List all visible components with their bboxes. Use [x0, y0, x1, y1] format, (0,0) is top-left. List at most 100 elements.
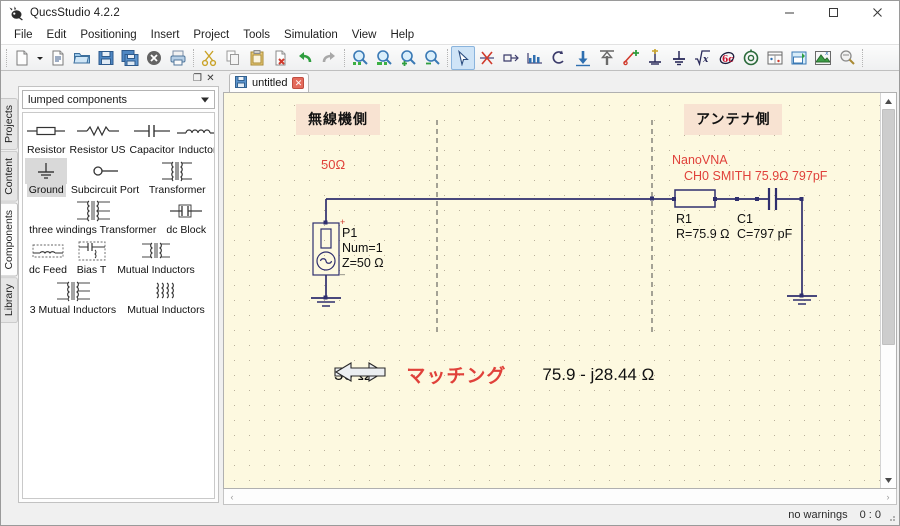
scroll-down-icon[interactable] [881, 472, 897, 488]
dock-tab-components[interactable]: Components [1, 202, 18, 277]
port-p1-num: Num=1 [342, 241, 383, 255]
calculator-icon[interactable] [835, 46, 859, 70]
menu-help[interactable]: Help [383, 26, 421, 44]
zoom-in-icon[interactable] [396, 46, 420, 70]
resize-grip-icon[interactable] [885, 511, 897, 523]
menu-file[interactable]: File [7, 26, 40, 44]
document-tab-untitled[interactable]: untitled ✕ [229, 73, 310, 92]
component-resistor-us[interactable]: Resistor US [68, 117, 128, 157]
redo-icon[interactable] [317, 46, 341, 70]
diagram-icon[interactable] [787, 46, 811, 70]
insert-wire-icon[interactable] [523, 46, 547, 70]
dock-tab-library[interactable]: Library [1, 277, 18, 324]
print-icon[interactable] [166, 46, 190, 70]
delete-icon[interactable] [269, 46, 293, 70]
insert-nutmeg-icon[interactable]: 6c [715, 46, 739, 70]
toolbar-separator [447, 48, 448, 67]
minimize-button[interactable] [767, 1, 811, 25]
save-all-icon[interactable] [118, 46, 142, 70]
component-row: Ground Subcircuit Port Transformer [25, 157, 212, 197]
mirror-vertical-icon[interactable] [571, 46, 595, 70]
main-body: ❐ ✕ Projects Content Components Library … [1, 71, 899, 505]
ac-simulation-icon[interactable] [763, 46, 787, 70]
inductor-symbol-icon [176, 118, 214, 144]
component-inductor[interactable]: Inductor [176, 117, 214, 157]
component-ground[interactable]: Ground [25, 157, 68, 197]
document-tab-close-icon[interactable]: ✕ [292, 77, 305, 89]
maximize-button[interactable] [811, 1, 855, 25]
component-resistor[interactable]: Resistor [25, 117, 68, 157]
component-subcircuit-port[interactable]: Subcircuit Port [67, 157, 142, 197]
paste-icon[interactable] [245, 46, 269, 70]
new-document-icon[interactable] [10, 46, 34, 70]
insert-wire-label-icon[interactable] [619, 46, 643, 70]
dock-tab-content[interactable]: Content [1, 150, 18, 202]
component-mutual-inductors[interactable]: Mutual Inductors [112, 237, 200, 277]
resistor-symbol-icon [25, 118, 68, 144]
dock-close-icon[interactable]: ✕ [204, 72, 217, 85]
insert-port-icon[interactable] [643, 46, 667, 70]
menu-bar: File Edit Positioning Insert Project Too… [1, 25, 899, 44]
mirror-horizontal-icon[interactable] [595, 46, 619, 70]
resistor-r1-value: R=75.9 Ω [676, 227, 730, 241]
menu-insert[interactable]: Insert [144, 26, 187, 44]
close-button[interactable] [855, 1, 899, 25]
component-label: Bias T [76, 264, 107, 276]
dock-tab-projects[interactable]: Projects [1, 98, 18, 150]
dock-float-icon[interactable]: ❐ [191, 72, 204, 85]
schematic-canvas[interactable]: + – 無線機側 アンテナ側 50Ω NanoVNA CH0 SMITH 75.… [224, 93, 880, 488]
status-cursor-position: 0 : 0 [859, 509, 881, 521]
menu-simulation[interactable]: Simulation [277, 26, 345, 44]
component-capacitor[interactable]: Capacitor [128, 117, 177, 157]
copy-icon[interactable] [221, 46, 245, 70]
component-mutual-inductors-coil[interactable]: Mutual Inductors [121, 277, 211, 317]
three-mutual-inductors-symbol-icon [25, 278, 121, 304]
menu-positioning[interactable]: Positioning [73, 26, 143, 44]
insert-ground-icon[interactable] [667, 46, 691, 70]
menu-project[interactable]: Project [186, 26, 236, 44]
zoom-area-icon[interactable] [348, 46, 372, 70]
new-text-document-icon[interactable] [46, 46, 70, 70]
component-3-mutual-inductors[interactable]: 3 Mutual Inductors [25, 277, 121, 317]
canvas-horizontal-scrollbar[interactable]: ‹ › [224, 489, 896, 504]
select-arrow-icon[interactable] [451, 45, 475, 70]
rotate-icon[interactable] [547, 46, 571, 70]
component-dc-feed[interactable]: dc Feed [25, 237, 71, 277]
delete-wire-icon[interactable] [475, 46, 499, 70]
save-icon[interactable] [94, 46, 118, 70]
component-transformer[interactable]: Transformer [143, 157, 212, 197]
component-label: Resistor US [69, 144, 126, 156]
scroll-right-icon[interactable]: › [880, 490, 896, 504]
export-image-icon[interactable]: x [811, 46, 835, 70]
component-category-label: lumped components [28, 93, 128, 106]
open-folder-icon[interactable] [70, 46, 94, 70]
vertical-scroll-thumb[interactable] [882, 109, 895, 345]
label-source-impedance: 50Ω [321, 157, 346, 172]
scroll-left-icon[interactable]: ‹ [224, 490, 240, 504]
title-bar: QucsStudio 4.2.2 [1, 1, 899, 25]
insert-equation-icon[interactable]: x [691, 46, 715, 70]
component-bias-t[interactable]: Bias T [71, 237, 112, 277]
port-p1-name: P1 [342, 226, 358, 240]
component-three-windings-transformer[interactable]: three windings Transformer [25, 197, 161, 237]
component-dc-block[interactable]: dc Block [161, 197, 212, 237]
new-document-dropdown-icon[interactable] [34, 46, 46, 70]
zoom-fit-icon[interactable] [372, 46, 396, 70]
wire-label-icon[interactable] [499, 46, 523, 70]
cut-icon[interactable] [197, 46, 221, 70]
component-category-select[interactable]: lumped components [22, 90, 215, 109]
menu-tools[interactable]: Tools [236, 26, 277, 44]
mutual-inductors-coil-symbol-icon [121, 278, 211, 304]
scroll-up-icon[interactable] [881, 93, 897, 109]
canvas-vertical-scrollbar[interactable] [880, 93, 896, 488]
annotation-center-text: マッチング [406, 366, 507, 387]
undo-icon[interactable] [293, 46, 317, 70]
editor-area: untitled ✕ + – 無線機側 アンテナ側 50Ω NanoVNA CH… [221, 71, 899, 505]
zoom-out-icon[interactable] [420, 46, 444, 70]
close-document-icon[interactable] [142, 46, 166, 70]
menu-edit[interactable]: Edit [40, 26, 74, 44]
menu-view[interactable]: View [345, 26, 384, 44]
dc-simulation-icon[interactable] [739, 46, 763, 70]
component-row: 3 Mutual Inductors Mutual Inductors [25, 277, 212, 317]
document-tab-strip: untitled ✕ [221, 71, 899, 92]
